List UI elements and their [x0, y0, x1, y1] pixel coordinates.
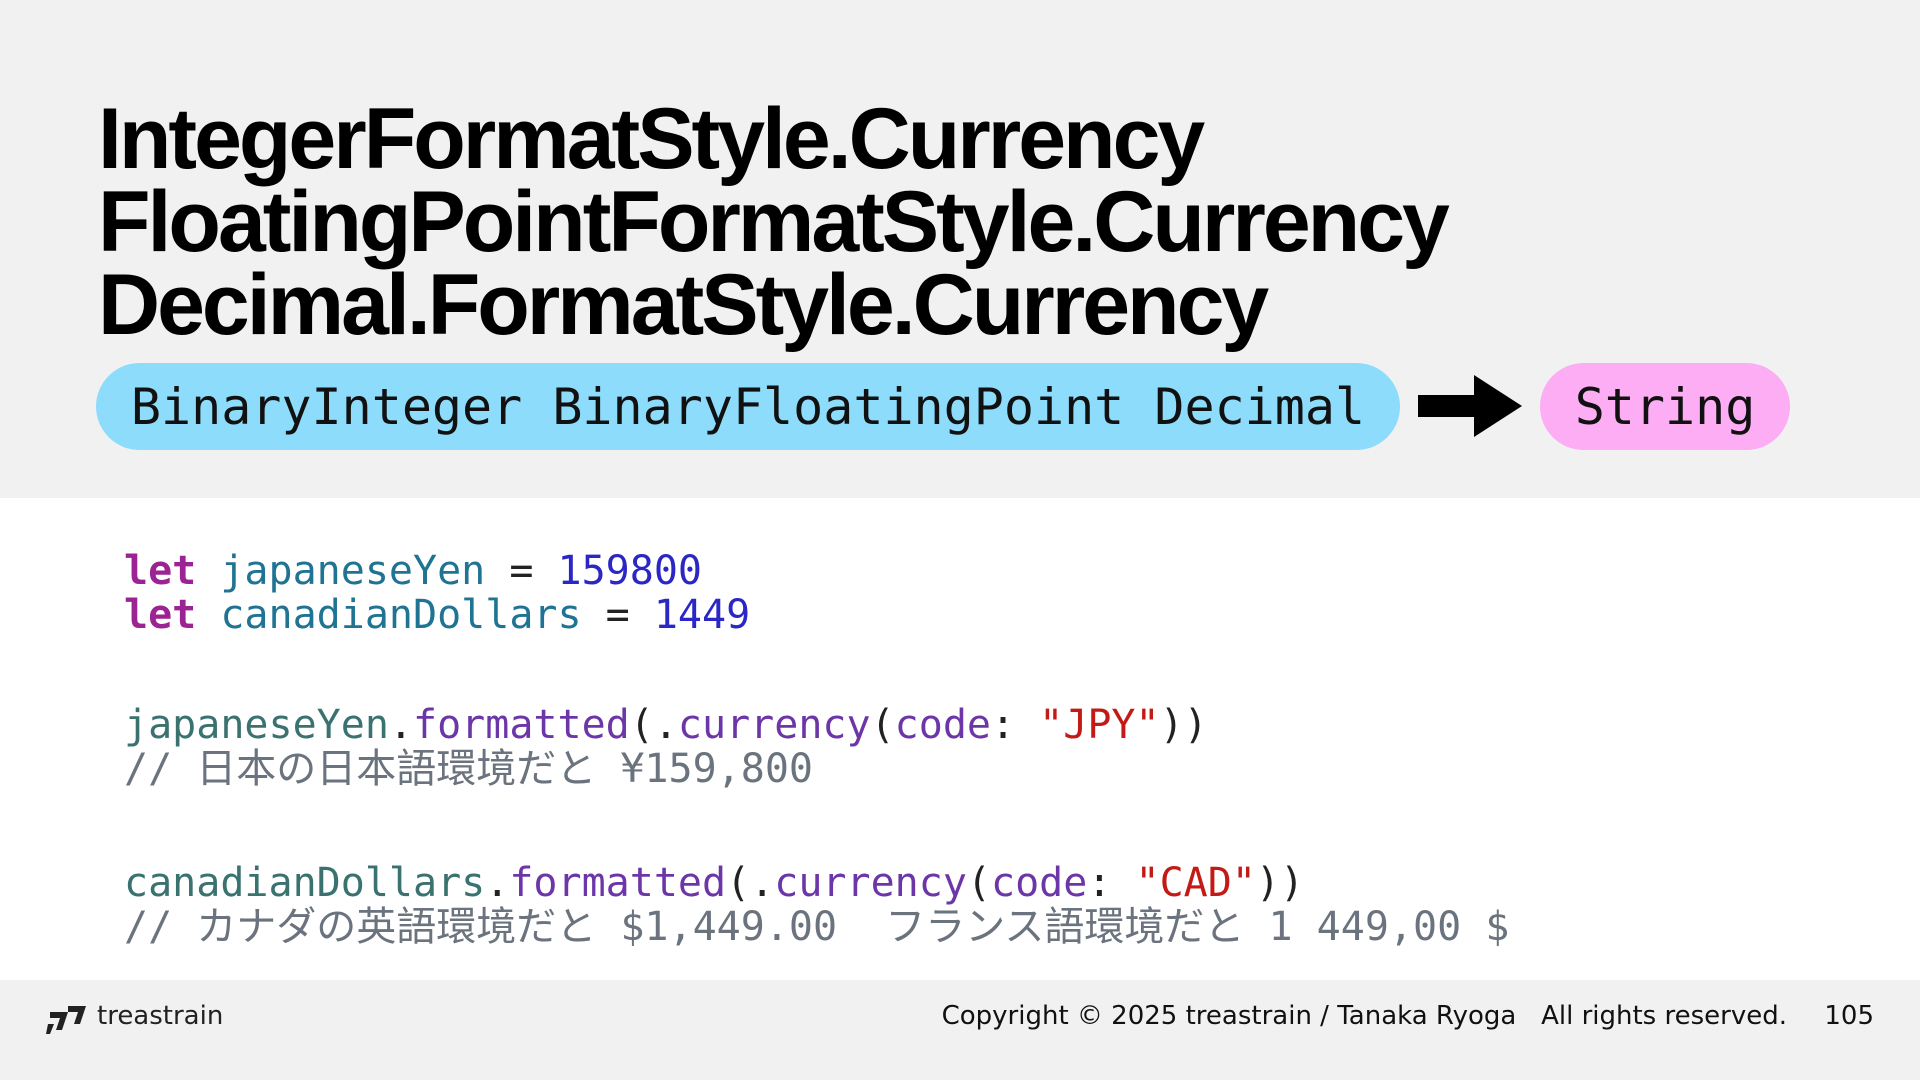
treastrain-logo-icon — [46, 1006, 86, 1034]
code-line-format-yen: japaneseYen.formatted(.currency(code: "J… — [124, 702, 1208, 748]
variable-name: canadianDollars — [220, 592, 582, 638]
code-line-declare-yen: let japaneseYen = 159800 — [124, 548, 702, 594]
assign-operator: = — [485, 548, 558, 594]
colon: : — [991, 702, 1040, 748]
code-block: let japaneseYen = 159800 let canadianDol… — [124, 548, 1509, 950]
page-number: 105 — [1824, 1001, 1874, 1031]
punctuation: ( — [870, 702, 895, 748]
style-name: currency — [677, 702, 871, 748]
title-line-floating-point: FloatingPointFormatStyle.Currency — [98, 174, 1450, 270]
number-literal: 1449 — [653, 592, 751, 638]
style-name: currency — [774, 860, 967, 906]
keyword-let: let — [124, 592, 197, 638]
code-comment-yen: // 日本の日本語環境だと ¥159,800 — [124, 746, 813, 792]
punctuation: )) — [1159, 702, 1208, 748]
argument-label: code — [991, 860, 1088, 906]
code-comment-cad: // カナダの英語環境だと $1,449.00 フランス語環境だと 1 449,… — [124, 904, 1510, 950]
method-name: formatted — [509, 860, 727, 906]
right-arrow-icon — [1418, 375, 1522, 437]
punctuation: )) — [1255, 860, 1305, 906]
string-literal: "JPY" — [1039, 702, 1160, 748]
output-type-pill: String — [1540, 363, 1790, 450]
slide-title: IntegerFormatStyle.Currency FloatingPoin… — [98, 91, 1450, 353]
title-line-decimal: Decimal.FormatStyle.Currency — [98, 257, 1269, 353]
variable-name: japaneseYen — [220, 548, 486, 594]
title-line-integer: IntegerFormatStyle.Currency — [98, 91, 1205, 187]
dot: . — [485, 860, 510, 906]
receiver: japaneseYen — [124, 702, 389, 748]
brand-name: treastrain — [97, 1001, 224, 1031]
punctuation: ( — [966, 860, 991, 906]
string-literal: "CAD" — [1135, 860, 1256, 906]
number-literal: 159800 — [557, 548, 703, 594]
receiver: canadianDollars — [124, 860, 486, 906]
keyword-let: let — [124, 548, 197, 594]
code-line-format-cad: canadianDollars.formatted(.currency(code… — [124, 860, 1304, 906]
code-line-declare-cad: let canadianDollars = 1449 — [124, 592, 750, 638]
colon: : — [1087, 860, 1136, 906]
copyright-notice: Copyright © 2025 treastrain / Tanaka Ryo… — [941, 1001, 1787, 1031]
input-types-pill: BinaryInteger BinaryFloatingPoint Decima… — [96, 363, 1400, 450]
argument-label: code — [894, 702, 991, 748]
dot: . — [388, 702, 413, 748]
assign-operator: = — [581, 592, 654, 638]
method-name: formatted — [413, 702, 630, 748]
punctuation: (. — [726, 860, 775, 906]
punctuation: (. — [629, 702, 678, 748]
